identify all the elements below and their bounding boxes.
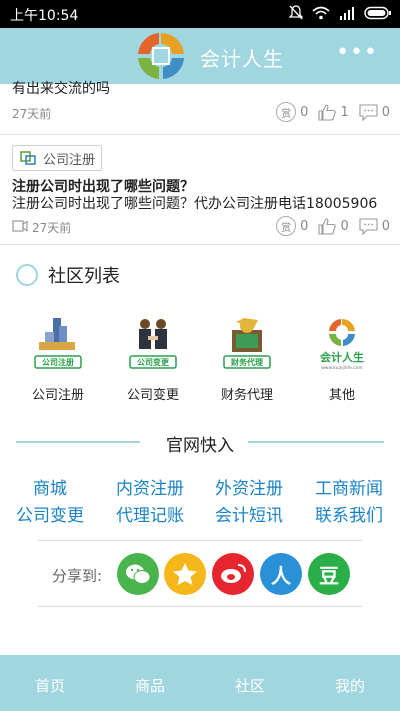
category-company-registration[interactable]: 公司注册 公司注册 (18, 316, 98, 403)
app-logo-icon (138, 32, 184, 79)
comment-icon[interactable] (359, 103, 378, 121)
thumbs-up-icon[interactable] (318, 103, 337, 121)
link-mall[interactable]: 商城 (33, 474, 67, 499)
link-business-news[interactable]: 工商新闻 (315, 474, 383, 499)
divider (38, 540, 362, 541)
battery-icon (364, 6, 391, 19)
divider (0, 244, 400, 245)
badge-text: 会计人生 (320, 350, 364, 364)
company-registration-icon: 公司注册 (34, 318, 82, 369)
post-title: 有出来交流的吗 (12, 81, 110, 97)
link-company-change[interactable]: 公司变更 (16, 501, 84, 526)
company-change-icon: 公司变更 (129, 319, 177, 369)
finance-agent-icon: 财务代理 (223, 318, 271, 369)
badge-url: www.kuaijilife.com (321, 365, 363, 371)
community-list-header: 社区列表 (16, 262, 120, 288)
post-category-label: 公司注册 (43, 152, 96, 168)
share-renren-icon[interactable]: 人 (260, 553, 302, 595)
tab-community[interactable]: 社区 (220, 675, 280, 696)
comment-icon[interactable] (359, 217, 378, 235)
post-item[interactable]: 有出来交流的吗 27天前 赏 0 1 0 (0, 81, 400, 124)
reward-count: 0 (300, 104, 309, 120)
category-logo-icon (20, 151, 36, 165)
post-excerpt: 注册公司时出现了哪些问题？代办公司注册电话18005906 (12, 196, 378, 212)
link-contact-us[interactable]: 联系我们 (315, 501, 383, 526)
mute-bell-icon (289, 5, 303, 20)
comment-count: 0 (381, 218, 390, 234)
comment-count: 0 (381, 104, 390, 120)
like-count: 1 (340, 104, 349, 120)
badge-text: 财务代理 (230, 357, 263, 367)
post-time: 27天前 (12, 107, 52, 121)
video-icon (12, 220, 28, 232)
category-company-change[interactable]: 公司变更 公司变更 (113, 316, 193, 403)
kuaiji-life-logo-icon: 会计人生 www.kuaijilife.com (320, 318, 364, 371)
category-finance-agent[interactable]: 财务代理 财务代理 (207, 316, 287, 403)
post-item[interactable]: 公司注册 注册公司时出现了哪些问题？ 注册公司时出现了哪些问题？代办公司注册电话… (0, 135, 400, 241)
reward-icon[interactable]: 赏 (276, 102, 297, 122)
link-domestic-registration[interactable]: 内资注册 (116, 474, 184, 499)
tab-home[interactable]: 首页 (20, 675, 80, 696)
badge-text: 公司注册 (42, 357, 74, 367)
link-bookkeeping[interactable]: 代理记账 (116, 501, 184, 526)
wifi-icon (312, 6, 330, 19)
tab-products[interactable]: 商品 (120, 675, 180, 696)
share-qzone-icon[interactable] (164, 553, 206, 595)
post-time: 27天前 (32, 221, 72, 235)
post-stats: 赏 0 0 0 (276, 216, 390, 236)
category-other[interactable]: 会计人生 www.kuaijilife.com 其他 (302, 316, 382, 403)
link-accounting-news[interactable]: 会计短讯 (215, 501, 283, 526)
more-menu-button[interactable]: ••• (336, 40, 378, 65)
reward-icon[interactable]: 赏 (276, 216, 297, 236)
star-icon (173, 563, 197, 585)
share-weibo-icon[interactable] (212, 553, 254, 595)
link-foreign-registration[interactable]: 外资注册 (215, 474, 283, 499)
community-list-title: 社区列表 (48, 266, 120, 287)
category-label: 公司变更 (126, 388, 179, 403)
circle-icon (16, 264, 38, 286)
category-label: 其他 (328, 388, 355, 403)
like-count: 0 (340, 218, 349, 234)
wechat-icon (126, 564, 151, 584)
status-icons (289, 5, 392, 20)
weibo-icon (221, 564, 246, 583)
share-wechat-icon[interactable] (117, 553, 159, 595)
status-bar: 上午10:54 (0, 0, 400, 28)
tab-mine[interactable]: 我的 (320, 675, 380, 696)
thumbs-up-icon[interactable] (318, 217, 337, 235)
app-title: 会计人生 (200, 47, 284, 71)
post-category-tag[interactable]: 公司注册 (12, 145, 103, 171)
reward-count: 0 (300, 218, 309, 234)
bottom-tab-bar: 首页 商品 社区 我的 (0, 655, 400, 711)
post-stats: 赏 0 1 0 (276, 102, 390, 122)
signal-icon (340, 6, 354, 20)
status-time: 上午10:54 (10, 8, 79, 24)
category-label: 公司注册 (31, 388, 84, 403)
app-header: 会计人生 ••• (0, 28, 400, 84)
official-quick-links-title: 官网快入 (166, 436, 234, 456)
category-label: 财务代理 (220, 388, 273, 403)
badge-text: 公司变更 (137, 357, 170, 367)
share-label: 分享到: (52, 567, 103, 585)
divider (38, 606, 362, 607)
share-douban-icon[interactable]: 豆 (308, 553, 350, 595)
